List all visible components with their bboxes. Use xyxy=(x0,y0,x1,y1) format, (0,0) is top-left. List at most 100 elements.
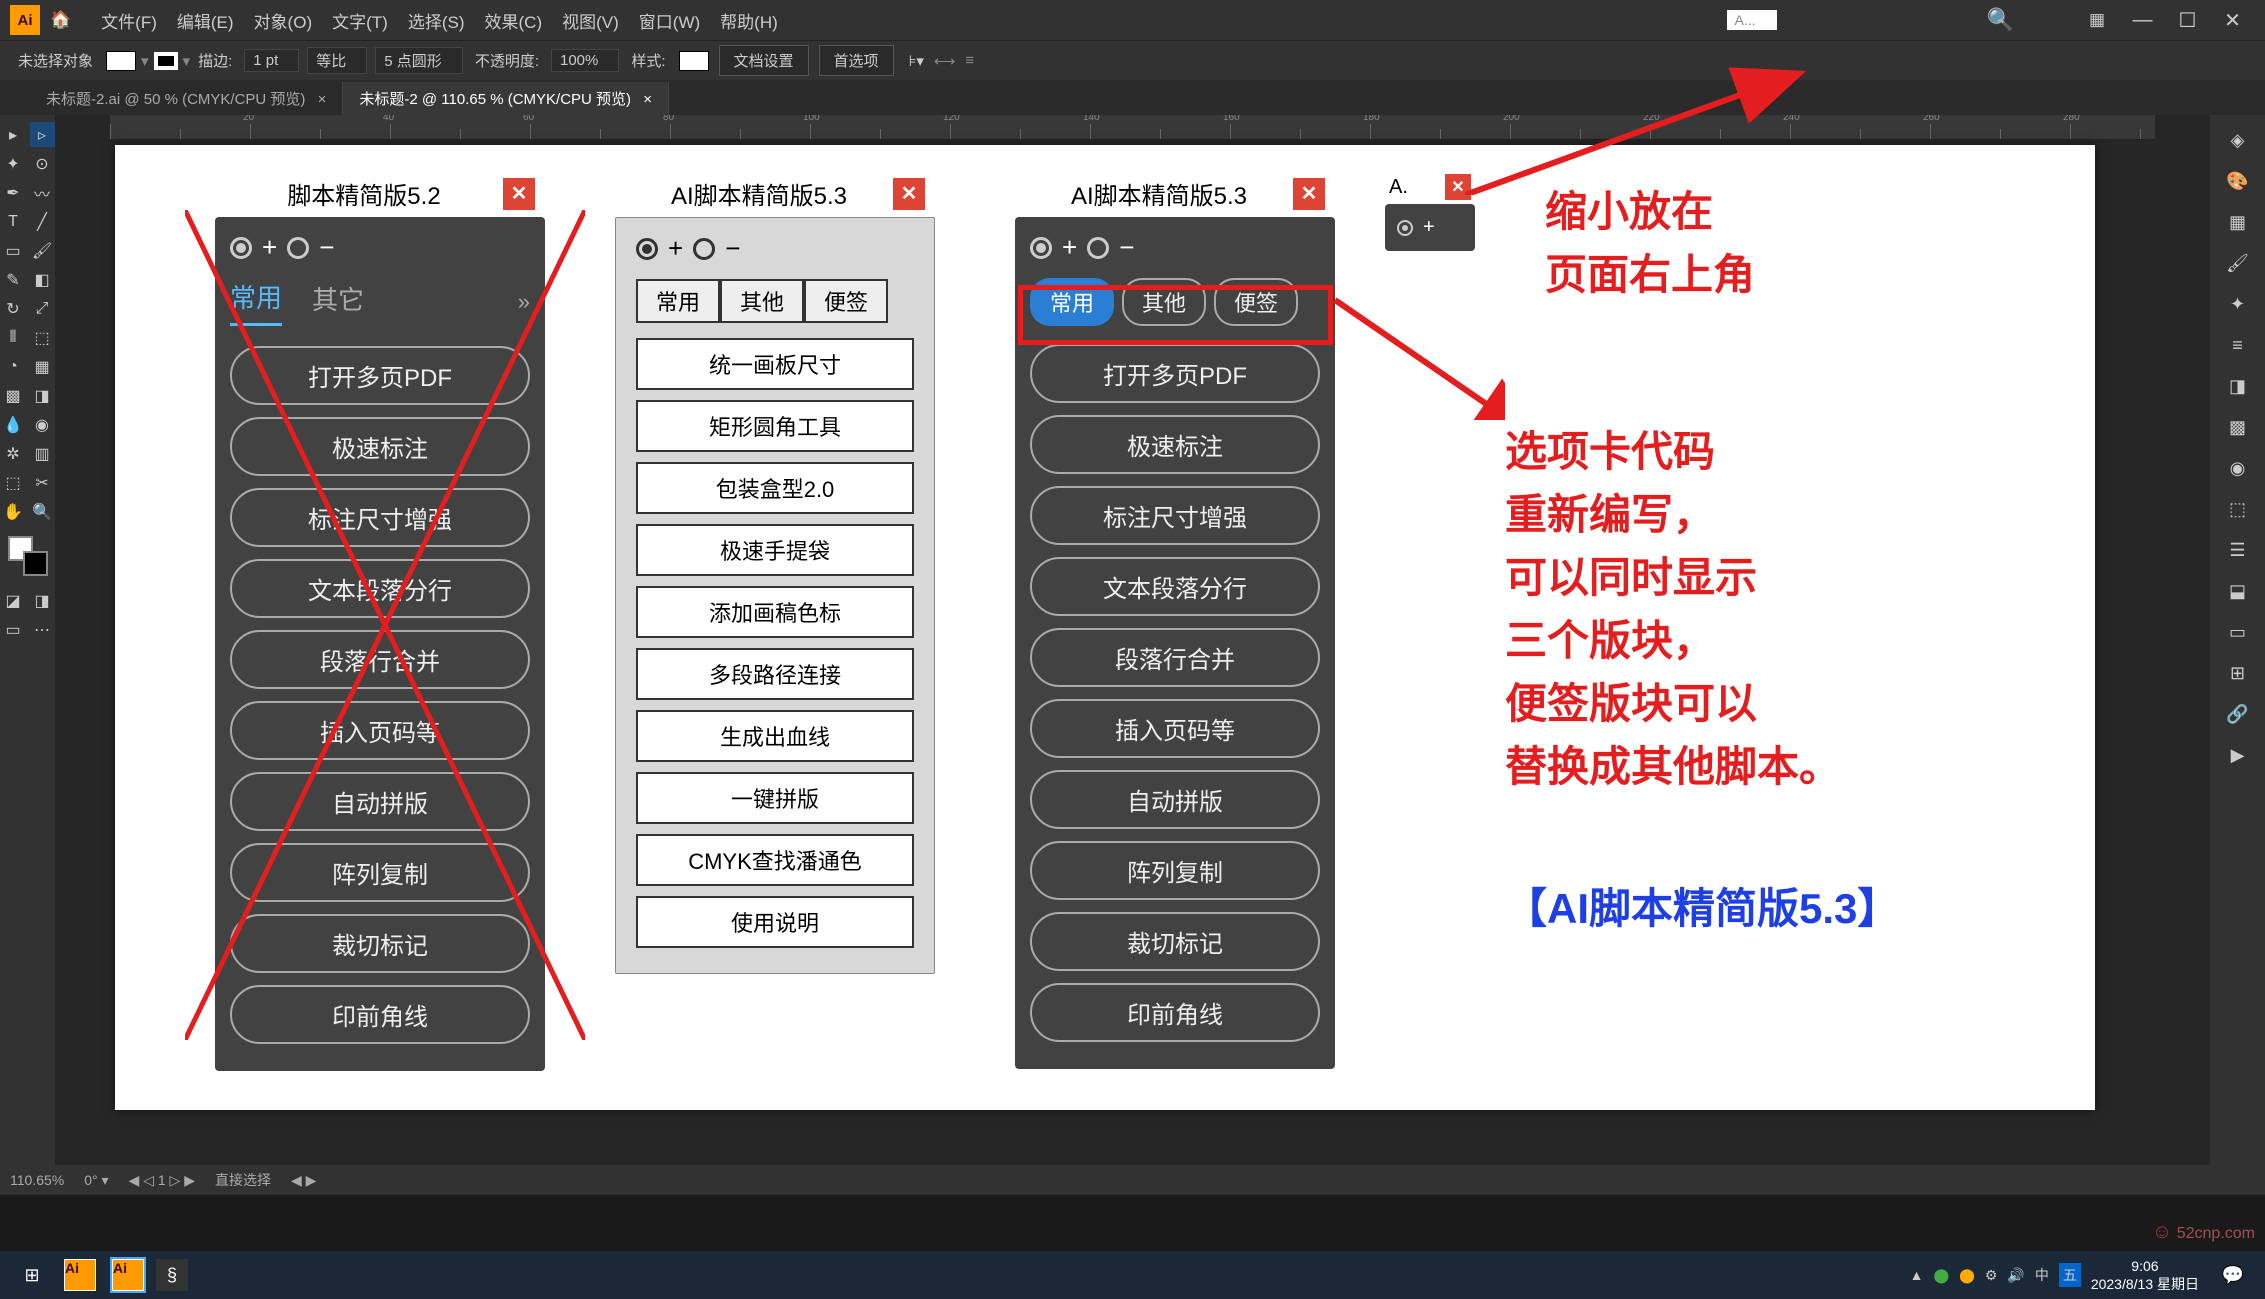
align-icon[interactable]: ⊧▾ xyxy=(909,52,924,70)
libraries-panel-icon[interactable]: ⊞ xyxy=(2220,656,2255,691)
mini-panel-docked[interactable]: A... xyxy=(1727,10,1777,30)
menu-object[interactable]: 对象(O) xyxy=(254,8,313,33)
arrange-icon[interactable]: ▦ xyxy=(2089,10,2105,30)
magic-wand-tool[interactable]: ✦ xyxy=(1,151,26,176)
scale-tool[interactable]: ⤢ xyxy=(30,296,55,321)
panel52-close[interactable]: ✕ xyxy=(503,178,535,210)
eraser-tool[interactable]: ◧ xyxy=(30,267,55,292)
perspective-tool[interactable]: ▦ xyxy=(30,354,55,379)
stroke-weight-input[interactable]: 1 pt xyxy=(244,49,299,72)
hand-tool[interactable]: ✋ xyxy=(1,499,26,524)
start-button[interactable]: ⊞ xyxy=(12,1255,52,1295)
panel53light-btn[interactable]: 多段路径连接 xyxy=(636,648,914,700)
panel52-btn[interactable]: 极速标注 xyxy=(230,417,530,476)
blend-tool[interactable]: ◉ xyxy=(30,412,55,437)
type-tool[interactable]: T xyxy=(1,209,26,234)
panel53dark-btn[interactable]: 极速标注 xyxy=(1030,415,1320,474)
radio-icon[interactable] xyxy=(1397,220,1413,236)
doc-tab-1[interactable]: 未标题-2.ai @ 50 % (CMYK/CPU 预览) × xyxy=(30,82,343,115)
canvas-area[interactable]: 0204060801001201401601802002202402602803… xyxy=(55,115,2210,1165)
panel-menu-icon[interactable]: ≡ xyxy=(965,52,974,69)
shaper-tool[interactable]: ✎ xyxy=(1,267,26,292)
panel52-btn[interactable]: 标注尺寸增强 xyxy=(230,488,530,547)
menu-select[interactable]: 选择(S) xyxy=(408,8,465,33)
panel53light-tab-notes[interactable]: 便签 xyxy=(804,279,888,323)
close-button[interactable]: ✕ xyxy=(2210,8,2255,33)
scroll-nav[interactable]: ◀ ▶ xyxy=(291,1172,316,1189)
graphic-styles-panel-icon[interactable]: ⬚ xyxy=(2220,492,2255,527)
panel52-btn[interactable]: 阵列复制 xyxy=(230,843,530,902)
search-icon[interactable]: 🔍 xyxy=(1987,7,2014,33)
menu-edit[interactable]: 编辑(E) xyxy=(177,8,234,33)
symbol-sprayer-tool[interactable]: ✲ xyxy=(1,441,26,466)
panel53light-btn[interactable]: 矩形圆角工具 xyxy=(636,400,914,452)
taskbar-app-ai-1[interactable]: Ai xyxy=(60,1255,100,1295)
mesh-tool[interactable]: ▩ xyxy=(1,383,26,408)
brushes-panel-icon[interactable]: 🖌 xyxy=(2220,246,2255,281)
screen-mode-icon[interactable]: ▭ xyxy=(1,617,26,642)
tray-icon[interactable]: ⬤ xyxy=(1933,1267,1949,1284)
tray-icon[interactable]: ⚙ xyxy=(1985,1267,1998,1284)
tray-icon[interactable]: ⬤ xyxy=(1959,1267,1975,1284)
properties-panel-icon[interactable]: ◈ xyxy=(2220,123,2255,158)
free-transform-tool[interactable]: ⬚ xyxy=(30,325,55,350)
curvature-tool[interactable]: 〰 xyxy=(30,180,55,205)
swatches-panel-icon[interactable]: ▦ xyxy=(2220,205,2255,240)
home-icon[interactable]: 🏠 xyxy=(50,10,71,30)
maximize-button[interactable]: ☐ xyxy=(2165,8,2210,33)
panel52-btn[interactable]: 文本段落分行 xyxy=(230,559,530,618)
panel53light-close[interactable]: ✕ xyxy=(893,178,925,210)
radio-icon[interactable] xyxy=(636,238,658,260)
panel53dark-btn[interactable]: 阵列复制 xyxy=(1030,841,1320,900)
color-panel-icon[interactable]: 🎨 xyxy=(2220,164,2255,199)
panel53light-btn[interactable]: 生成出血线 xyxy=(636,710,914,762)
tray-icon[interactable]: ▲ xyxy=(1910,1267,1924,1283)
panel53dark-btn[interactable]: 自动拼版 xyxy=(1030,770,1320,829)
gradient-panel-icon[interactable]: ◨ xyxy=(2220,369,2255,404)
panel53dark-btn[interactable]: 插入页码等 xyxy=(1030,699,1320,758)
radio-icon[interactable] xyxy=(693,238,715,260)
taskbar-app-ai-2[interactable]: Ai xyxy=(108,1255,148,1295)
artboard-nav[interactable]: ◀ ◁ 1 ▷ ▶ xyxy=(129,1172,195,1189)
artboards-panel-icon[interactable]: ▭ xyxy=(2220,615,2255,650)
graph-tool[interactable]: ▥ xyxy=(30,441,55,466)
slice-tool[interactable]: ✂ xyxy=(30,470,55,495)
zoom-tool[interactable]: 🔍 xyxy=(30,499,55,524)
radio-icon[interactable] xyxy=(1030,237,1052,259)
panel53light-btn[interactable]: 统一画板尺寸 xyxy=(636,338,914,390)
rotate-view[interactable]: 0° ▾ xyxy=(84,1172,108,1189)
transparency-panel-icon[interactable]: ▩ xyxy=(2220,410,2255,445)
taskbar-app-other[interactable]: § xyxy=(156,1259,188,1291)
panel53light-tab-common[interactable]: 常用 xyxy=(636,279,720,323)
menu-effect[interactable]: 效果(C) xyxy=(485,8,543,33)
panel52-btn[interactable]: 印前角线 xyxy=(230,985,530,1044)
panel52-btn[interactable]: 段落行合并 xyxy=(230,630,530,689)
stroke-swatch[interactable] xyxy=(154,52,178,70)
panel53light-btn[interactable]: 添加画稿色标 xyxy=(636,586,914,638)
panel52-tab-other[interactable]: 其它 xyxy=(312,280,364,325)
stroke-panel-icon[interactable]: ≡ xyxy=(2220,328,2255,363)
gradient-tool[interactable]: ◨ xyxy=(30,383,55,408)
color-mode-icon[interactable]: ◪ xyxy=(1,588,26,613)
menu-file[interactable]: 文件(F) xyxy=(101,8,157,33)
panel52-btn[interactable]: 打开多页PDF xyxy=(230,346,530,405)
edit-toolbar-icon[interactable]: ⋯ xyxy=(30,617,55,642)
style-swatch[interactable] xyxy=(679,51,709,71)
radio-icon[interactable] xyxy=(1087,237,1109,259)
tab-close-icon[interactable]: × xyxy=(643,91,652,108)
panel53light-btn[interactable]: CMYK查找潘通色 xyxy=(636,834,914,886)
panel53dark-btn[interactable]: 裁切标记 xyxy=(1030,912,1320,971)
doc-tab-2[interactable]: 未标题-2 @ 110.65 % (CMYK/CPU 预览) × xyxy=(343,82,669,115)
symbols-panel-icon[interactable]: ✦ xyxy=(2220,287,2255,322)
preferences-button[interactable]: 首选项 xyxy=(819,45,894,76)
panel53dark-btn[interactable]: 文本段落分行 xyxy=(1030,557,1320,616)
fill-stroke-indicator[interactable] xyxy=(8,536,48,576)
notification-icon[interactable]: 💬 xyxy=(2213,1255,2253,1295)
taskbar-clock[interactable]: 9:06 2023/8/13 星期日 xyxy=(2091,1257,2199,1293)
panel52-btn[interactable]: 自动拼版 xyxy=(230,772,530,831)
gradient-mode-icon[interactable]: ◨ xyxy=(30,588,55,613)
panel53light-btn[interactable]: 使用说明 xyxy=(636,896,914,948)
fill-swatch[interactable] xyxy=(106,51,136,71)
appearance-panel-icon[interactable]: ◉ xyxy=(2220,451,2255,486)
eyedropper-tool[interactable]: 💧 xyxy=(1,412,26,437)
